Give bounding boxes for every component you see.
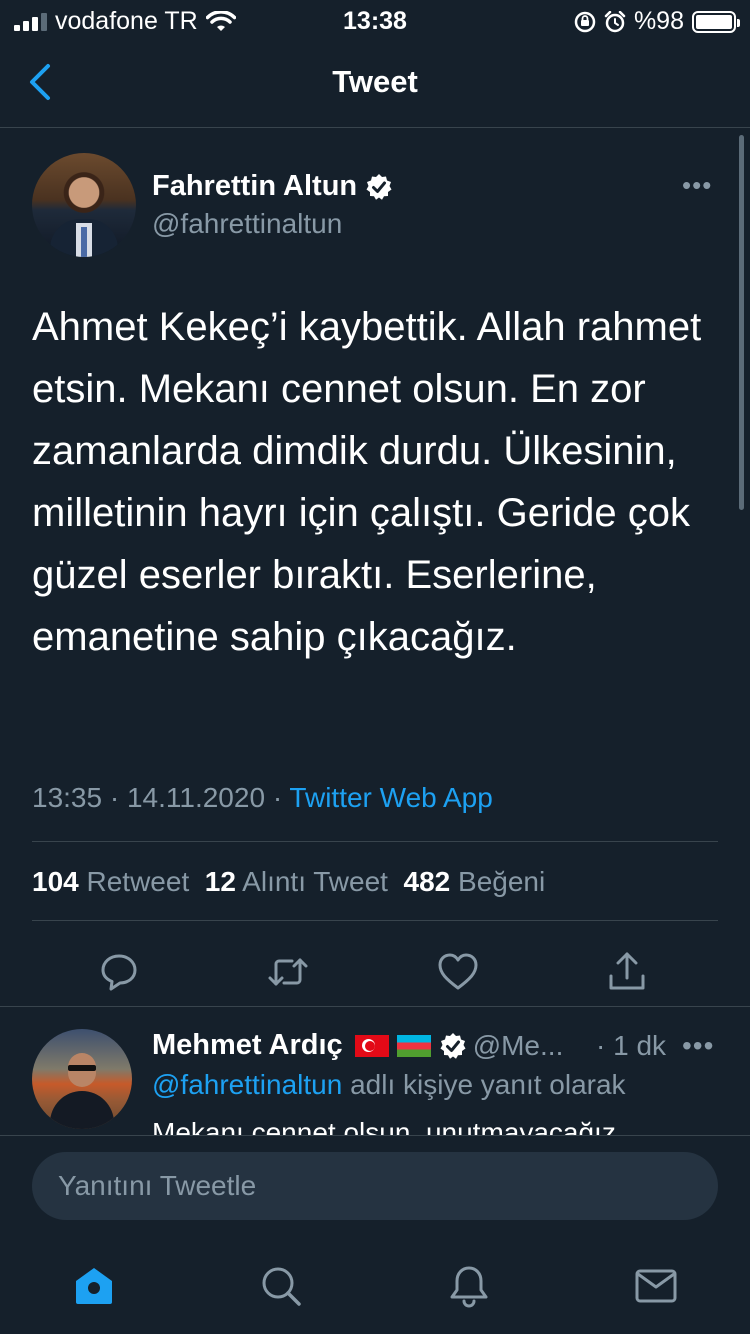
verified-badge-icon <box>440 1032 466 1059</box>
retweet-icon <box>268 958 308 986</box>
retweet-button[interactable] <box>266 950 310 994</box>
tab-messages[interactable] <box>634 1264 678 1308</box>
tweet-time: 13:35 <box>32 782 103 813</box>
status-right: %98 <box>574 7 740 36</box>
alarm-icon <box>604 10 626 32</box>
like-icon <box>438 953 478 990</box>
retweet-label: Retweet <box>86 866 190 897</box>
tweet-actions <box>0 938 750 1008</box>
search-icon <box>262 1267 301 1306</box>
quote-stat[interactable]: 12 Alıntı Tweet <box>205 866 388 897</box>
tweet-text: Ahmet Kekeç’i kaybettik. Allah rahmet et… <box>32 305 702 659</box>
author-avatar[interactable] <box>32 153 136 257</box>
divider <box>32 920 718 921</box>
tweet-date: 14.11.2020 <box>126 782 266 813</box>
quote-count: 12 <box>204 866 236 897</box>
retweet-stat[interactable]: 104 Retweet <box>32 866 189 897</box>
tweet-source-link[interactable]: Twitter Web App <box>289 782 492 813</box>
tab-home[interactable] <box>72 1264 116 1308</box>
retweet-count: 104 <box>32 866 79 897</box>
reply-author-name[interactable]: Mehmet Ardıç <box>152 1029 343 1062</box>
like-stat[interactable]: 482 Beğeni <box>404 866 546 897</box>
meta-separator: · <box>272 782 283 813</box>
rotation-lock-icon <box>574 11 596 32</box>
share-button[interactable] <box>605 950 649 994</box>
battery-percent: %98 <box>633 7 684 35</box>
tweet-stats: 104 Retweet 12 Alıntı Tweet 482 Beğeni <box>32 866 545 898</box>
page-title: Tweet <box>332 64 418 99</box>
author-name: Fahrettin Altun <box>152 170 358 202</box>
battery-icon <box>692 10 740 33</box>
azerbaijan-flag-icon <box>396 1034 431 1057</box>
quote-label: Alıntı Tweet <box>242 866 388 897</box>
share-icon <box>609 952 645 990</box>
tab-search[interactable] <box>259 1264 303 1308</box>
reply-author-handle[interactable]: @Me... <box>473 1030 564 1062</box>
more-options-button[interactable]: ••• <box>682 170 712 201</box>
status-bar: vodafone TR 13:38 %98 <box>0 0 750 40</box>
reply-context: @fahrettinaltun adlı kişiye yanıt olarak <box>152 1069 626 1101</box>
like-count: 482 <box>403 866 451 897</box>
meta-separator: · <box>109 782 120 813</box>
tab-notifications[interactable] <box>447 1264 491 1308</box>
home-icon <box>76 1268 112 1304</box>
scrollbar[interactable] <box>739 135 744 510</box>
like-label: Beğeni <box>458 866 546 897</box>
turkey-flag-icon <box>354 1034 389 1057</box>
reply-icon <box>101 954 137 991</box>
tweet-meta: 13:35 · 14.11.2020 · Twitter Web App <box>32 782 493 814</box>
notifications-icon <box>450 1266 488 1308</box>
messages-icon <box>635 1269 677 1303</box>
author-name-row[interactable]: Fahrettin Altun <box>152 170 393 203</box>
author-handle[interactable]: @fahrettinaltun <box>152 208 342 240</box>
reply-context-suffix: adlı kişiye yanıt olarak <box>342 1069 626 1100</box>
reply-more-options-button[interactable]: ••• <box>682 1030 714 1062</box>
reply-header: Mehmet Ardıç @Me... · 1 dk ••• <box>152 1029 732 1062</box>
divider <box>32 841 718 842</box>
reply-tweet[interactable]: Mehmet Ardıç @Me... · 1 dk ••• @fahretti… <box>0 1007 750 1135</box>
reply-button[interactable] <box>97 950 141 994</box>
bottom-tab-bar <box>0 1238 750 1334</box>
reply-text: Mekanı cennet olsun, unutmayacağız. <box>152 1117 624 1135</box>
compose-bar <box>0 1135 750 1238</box>
reply-context-mention[interactable]: @fahrettinaltun <box>152 1069 342 1100</box>
reply-compose-input[interactable] <box>32 1152 718 1220</box>
nav-header: Tweet <box>0 40 750 128</box>
reply-avatar[interactable] <box>32 1029 132 1129</box>
verified-badge-icon <box>366 173 392 200</box>
like-button[interactable] <box>436 950 480 994</box>
reply-time: · 1 dk <box>596 1029 667 1061</box>
